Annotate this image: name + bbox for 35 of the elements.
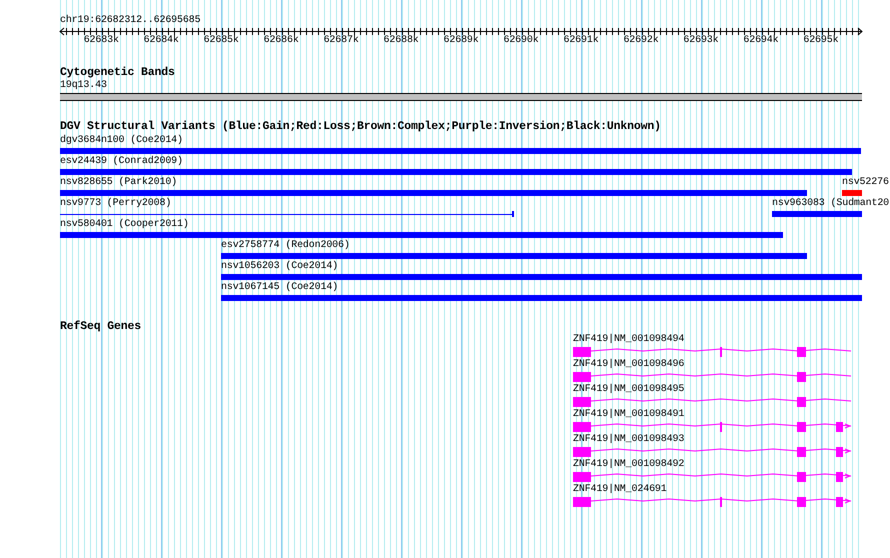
variant-label: nsv828655 (Park2010)	[60, 177, 178, 189]
tick-label: 62684k	[142, 35, 180, 47]
tick-label: 62683k	[82, 35, 120, 47]
gene-label: ZNF419|NM_001098491	[573, 409, 684, 421]
tick-label: 62687k	[322, 35, 360, 47]
tick-label: 62688k	[382, 35, 420, 47]
variant-label: nsv52276	[842, 177, 889, 189]
track-title: DGV Structural Variants (Blue:Gain;Red:Loss;Brown:Complex;Purple:Inversion;Black:Unknown)	[60, 121, 661, 133]
tick-label: 62692k	[622, 35, 660, 47]
gene-label: ZNF419|NM_024691	[573, 484, 667, 496]
variant-label: nsv1067145 (Coe2014)	[221, 282, 338, 294]
variant-label: nsv963083 (Sudmant20	[772, 198, 890, 210]
tick-label: 62686k	[262, 35, 300, 47]
tick-label: 62694k	[742, 35, 780, 47]
tick-label: 62689k	[442, 35, 480, 47]
gene-label: ZNF419|NM_001098496	[573, 359, 684, 371]
variant-label: nsv580401 (Cooper2011)	[60, 219, 189, 231]
variant-label: esv24439 (Conrad2009)	[60, 156, 183, 168]
tick-label: 62685k	[202, 35, 240, 47]
tick-label: 62691k	[562, 35, 600, 47]
gene-label: ZNF419|NM_001098493	[573, 434, 684, 446]
variant-label: esv2758774 (Redon2006)	[221, 240, 350, 252]
tick-label: 62690k	[502, 35, 540, 47]
gene-label: ZNF419|NM_001098494	[573, 334, 684, 346]
variant-label: nsv1056203 (Coe2014)	[221, 261, 338, 273]
gene-label: ZNF419|NM_001098495	[573, 384, 684, 396]
gene-label: ZNF419|NM_001098492	[573, 459, 684, 471]
track-title: Cytogenetic Bands	[60, 67, 175, 79]
tick-label: 62693k	[682, 35, 720, 47]
location-label: chr19:62682312..62695685	[60, 15, 200, 27]
variant-label: nsv9773 (Perry2008)	[60, 198, 172, 210]
track-title: RefSeq Genes	[60, 321, 142, 333]
variant-label: dgv3684n100 (Coe2014)	[60, 135, 183, 147]
band-label: 19q13.43	[60, 80, 107, 92]
tick-label: 62695k	[802, 35, 840, 47]
